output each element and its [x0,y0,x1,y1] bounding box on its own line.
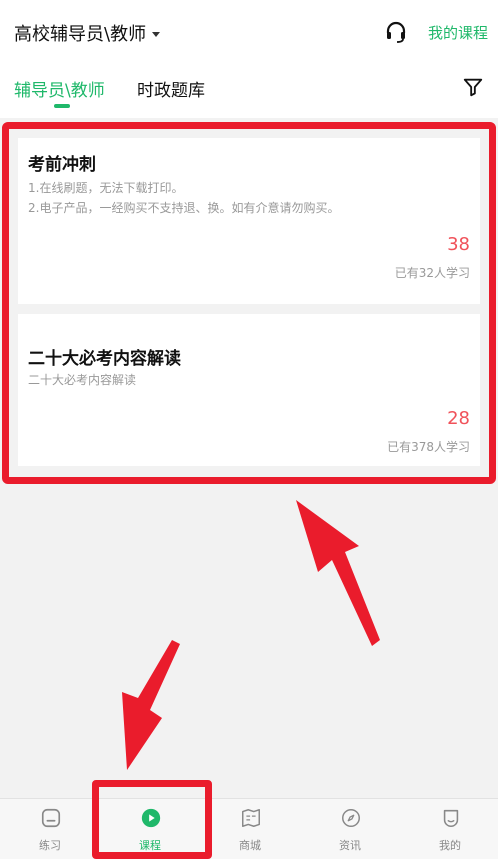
nav-item-practice[interactable]: 练习 [0,799,100,859]
chevron-down-icon [152,31,161,37]
nav-label: 我的 [439,839,461,852]
nav-item-news[interactable]: 资讯 [300,799,400,859]
headset-icon[interactable] [384,20,408,44]
tab-counselor-teacher[interactable]: 辅导员\教师 [14,76,105,101]
filter-icon[interactable] [462,76,484,98]
tab-bar: 辅导员\教师 时政题库 [0,62,498,118]
annotation-highlight-box [92,780,212,859]
annotation-highlight-box [2,122,496,484]
top-bar: 高校辅导员\教师 我的课程 [0,0,498,62]
practice-icon [41,808,61,828]
tab-current-affairs[interactable]: 时政题库 [137,76,205,101]
news-compass-icon [342,809,360,827]
category-label: 高校辅导员\教师 [14,24,147,45]
profile-icon [443,809,459,828]
nav-label: 资讯 [339,839,361,852]
category-selector[interactable]: 高校辅导员\教师 [14,20,161,46]
nav-item-profile[interactable]: 我的 [400,799,498,859]
annotation-arrow-icon [296,500,380,646]
annotation-arrow-icon [122,640,180,770]
nav-label: 练习 [39,839,61,852]
my-courses-link[interactable]: 我的课程 [428,22,488,43]
bottom-nav: 练习 课程 商城 资讯 我的 [0,798,498,859]
active-tab-indicator [54,104,70,108]
nav-label: 商城 [239,839,261,852]
nav-item-mall[interactable]: 商城 [200,799,300,859]
mall-book-icon [242,809,260,827]
